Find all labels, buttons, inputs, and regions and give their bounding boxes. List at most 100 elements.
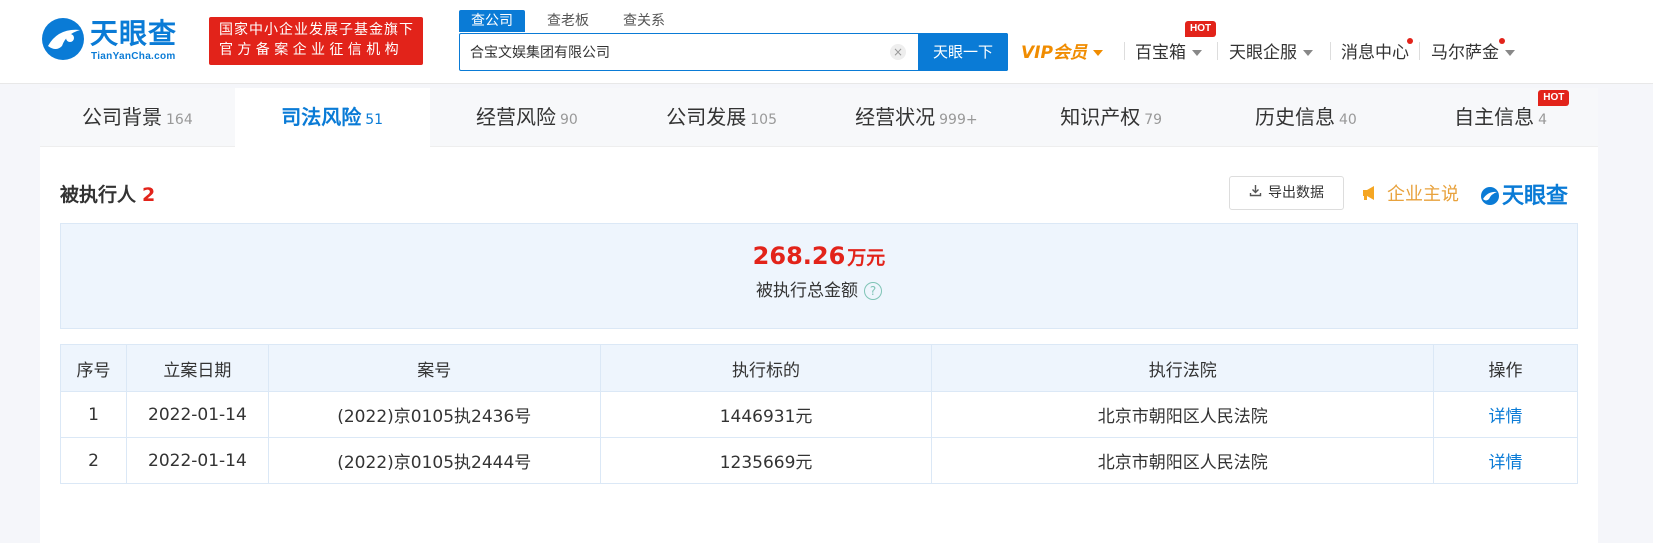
tab-count: 90 [559, 112, 578, 128]
tab-search-relation[interactable]: 查关系 [611, 10, 677, 32]
col-header-case: 案号 [267, 344, 601, 392]
nav-enterprise[interactable]: 天眼企服 [1229, 38, 1313, 63]
logo-subtext: TianYanCha.com [91, 51, 176, 62]
chevron-down-icon [1303, 50, 1313, 56]
hot-badge: HOT [1185, 21, 1217, 37]
download-icon [1249, 177, 1262, 209]
section-title-label: 被执行人 [60, 184, 137, 206]
tab-label: 司法风险 [281, 105, 362, 129]
corp-voice-link[interactable]: 企业主说 [1361, 180, 1459, 206]
cell-amount: 1235669元 [599, 437, 933, 484]
nav-treasure[interactable]: 百宝箱 [1135, 38, 1202, 63]
cell-no: 1 [60, 391, 127, 438]
tab-company-background[interactable]: 公司背景 164 [40, 88, 235, 147]
tab-history-info[interactable]: 历史信息 40 [1209, 88, 1404, 147]
megaphone-icon [1361, 184, 1379, 202]
tab-label: 经营风险 [475, 105, 556, 129]
nav-enterprise-label: 天眼企服 [1229, 43, 1297, 63]
export-label: 导出数据 [1268, 185, 1324, 201]
hot-badge: HOT [1538, 90, 1570, 106]
section-count: 2 [142, 184, 156, 206]
executed-persons-table: 序号 立案日期 案号 执行标的 执行法院 操作 1 2022-01-14 (20… [60, 344, 1578, 484]
help-icon[interactable]: ? [864, 282, 882, 300]
cell-amount: 1446931元 [599, 391, 933, 438]
nav-divider [1330, 42, 1331, 60]
gov-badge: 国家中小企业发展子基金旗下 官方备案企业征信机构 [209, 17, 423, 65]
chevron-down-icon [1505, 50, 1515, 56]
tianyancha-logo-icon [1480, 186, 1500, 206]
summary-label-text: 被执行总金额 [756, 281, 858, 301]
tab-count: 79 [1144, 112, 1163, 128]
total-amount-unit: 万元 [847, 247, 886, 269]
details-link[interactable]: 详情 [1433, 391, 1578, 438]
tab-count: 164 [166, 112, 193, 128]
table-row: 2 2022-01-14 (2022)京0105执2444号 1235669元 … [60, 437, 1578, 484]
col-header-action: 操作 [1433, 344, 1578, 392]
cell-no: 2 [60, 437, 127, 484]
cell-case: (2022)京0105执2444号 [267, 437, 601, 484]
site-logo[interactable]: 天眼查 TianYanCha.com [40, 16, 190, 66]
nav-user-label: 马尔萨金 [1431, 43, 1499, 63]
cell-court: 北京市朝阳区人民法院 [931, 391, 1435, 438]
tab-label: 自主信息 [1454, 105, 1535, 129]
chevron-down-icon [1192, 50, 1202, 56]
clear-icon[interactable]: × [890, 44, 906, 60]
tab-count: 4 [1538, 112, 1548, 128]
tab-business-risk[interactable]: 经营风险 90 [430, 88, 625, 147]
tianyancha-logo-icon [42, 18, 84, 60]
col-header-no: 序号 [60, 344, 127, 392]
nav-divider [1124, 42, 1125, 60]
summary-panel: 268.26 万元 被执行总金额? [60, 223, 1578, 329]
table-row: 1 2022-01-14 (2022)京0105执2436号 1446931元 … [60, 391, 1578, 438]
tab-label: 公司发展 [666, 105, 747, 129]
col-header-date: 立案日期 [125, 344, 269, 392]
total-amount-label: 被执行总金额? [61, 276, 1577, 301]
cell-date: 2022-01-14 [125, 391, 269, 438]
nav-vip[interactable]: VIP会员 [1021, 38, 1103, 63]
total-amount-value: 268.26 [752, 242, 846, 270]
cell-case: (2022)京0105执2436号 [267, 391, 601, 438]
search-type-tabs: 查公司 查老板 查关系 [459, 10, 687, 32]
tab-label: 历史信息 [1254, 105, 1335, 129]
table-header-row: 序号 立案日期 案号 执行标的 执行法院 操作 [60, 344, 1578, 392]
logo-text: 天眼查 [90, 17, 178, 50]
tab-count: 999+ [939, 112, 978, 128]
tab-search-boss[interactable]: 查老板 [535, 10, 601, 32]
nav-divider [1217, 42, 1218, 60]
brand-watermark: 天眼查 [1480, 178, 1568, 210]
tab-count: 105 [750, 112, 777, 128]
search-button[interactable]: 天眼一下 [918, 33, 1008, 71]
brand-mark-label: 天眼查 [1502, 184, 1569, 209]
search-input[interactable] [460, 34, 915, 70]
tab-business-status[interactable]: 经营状况 999+ [819, 88, 1014, 147]
tab-label: 公司背景 [82, 105, 162, 129]
tab-company-development[interactable]: 公司发展 105 [624, 88, 819, 147]
tab-count: 51 [365, 112, 384, 128]
nav-messages-label: 消息中心 [1341, 43, 1409, 63]
nav-divider [1419, 42, 1420, 60]
tab-self-info[interactable]: 自主信息 4 HOT [1403, 88, 1598, 147]
tab-label: 知识产权 [1060, 105, 1141, 129]
main-card: 公司背景 164 司法风险 51 经营风险 90 公司发展 105 经营状况 999+ 知… [40, 88, 1598, 543]
gov-badge-line2: 官方备案企业征信机构 [219, 42, 403, 58]
export-data-button[interactable]: 导出数据 [1229, 176, 1344, 210]
search-box: × 天眼一下 [459, 33, 1008, 71]
nav-treasure-label: 百宝箱 [1135, 43, 1186, 63]
chevron-down-icon [1092, 50, 1103, 56]
tab-judicial-risk[interactable]: 司法风险 51 [234, 88, 430, 147]
details-link[interactable]: 详情 [1433, 437, 1578, 484]
section-title: 被执行人 2 [60, 180, 155, 207]
corp-voice-label: 企业主说 [1387, 184, 1459, 205]
top-header: 天眼查 TianYanCha.com 国家中小企业发展子基金旗下 官方备案企业征… [0, 0, 1653, 84]
nav-vip-label: VIP会员 [1021, 43, 1087, 63]
tab-count: 40 [1338, 112, 1357, 128]
gov-badge-line1: 国家中小企业发展子基金旗下 [219, 22, 414, 38]
cell-date: 2022-01-14 [125, 437, 269, 484]
cell-court: 北京市朝阳区人民法院 [931, 437, 1435, 484]
notification-dot [1407, 38, 1413, 44]
total-amount: 268.26 万元 [61, 242, 1577, 270]
tab-intellectual-property[interactable]: 知识产权 79 [1014, 88, 1209, 147]
tab-search-company[interactable]: 查公司 [459, 10, 525, 32]
col-header-court: 执行法院 [931, 344, 1435, 392]
nav-messages[interactable]: 消息中心 [1341, 38, 1409, 63]
